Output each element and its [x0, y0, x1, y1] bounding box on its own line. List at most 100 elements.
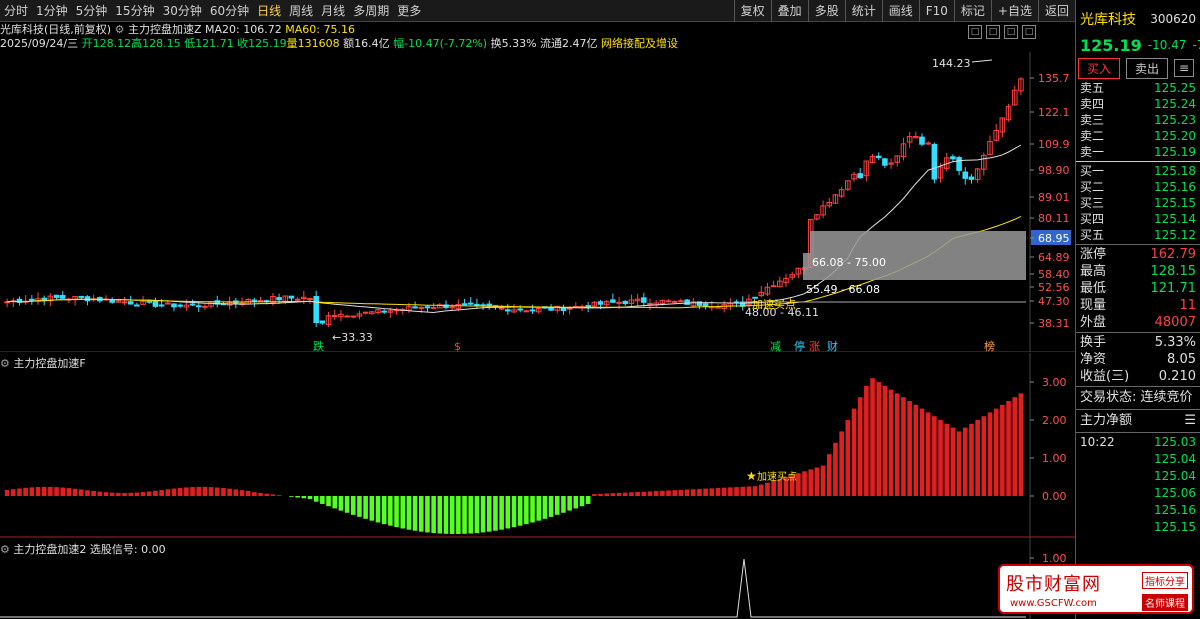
stats-block: 涨停 162.79 最高 128.15 最低 121.71 现量 11 外盘 48007 — [1076, 246, 1200, 331]
histogram-bar — [876, 382, 882, 496]
price-tick-label: 68.95 — [1038, 232, 1070, 245]
event-marker[interactable]: 减 — [770, 340, 781, 352]
candle-body — [84, 296, 91, 302]
indicator-name[interactable]: 主力控盘加速Z — [128, 23, 202, 36]
histogram-bar — [585, 496, 591, 504]
quote-price: 125.19 — [1080, 35, 1142, 55]
toolbar-button-2[interactable]: 多股 — [807, 0, 845, 22]
histogram-bar — [864, 385, 869, 496]
histogram-bar — [622, 492, 628, 496]
histogram-bar — [598, 493, 603, 496]
period-tab-8[interactable]: 月线 — [317, 0, 349, 22]
ask-row[interactable]: 卖四 125.24 — [1076, 96, 1200, 112]
chart-tool-icon-3[interactable]: □ — [1004, 25, 1018, 39]
toolbar-button-1[interactable]: 叠加 — [770, 0, 808, 22]
period-tab-3[interactable]: 15分钟 — [111, 0, 158, 22]
stat-row: 最高 128.15 — [1076, 263, 1200, 280]
price-tick-label: 135.7 — [1038, 72, 1070, 85]
histogram-bar — [295, 496, 300, 498]
histogram-bar — [128, 492, 134, 496]
buy-button[interactable]: 买入 — [1078, 57, 1121, 79]
toolbar-button-6[interactable]: 标记 — [953, 0, 991, 22]
quote-stock-name: 光库科技 — [1080, 12, 1136, 28]
histogram-bar — [264, 493, 270, 496]
ask-row[interactable]: 卖五 125.25 — [1076, 80, 1200, 96]
period-tab-0[interactable]: 分时 — [0, 0, 32, 22]
bar-close: 收125.19 — [237, 37, 287, 50]
settings-icon[interactable]: ⚙ — [115, 23, 125, 36]
histogram-bar — [950, 427, 956, 496]
histogram-bar — [703, 488, 708, 496]
bid-row[interactable]: 买一 125.18 — [1076, 163, 1200, 179]
histogram-bar — [907, 401, 912, 496]
toolbar-button-5[interactable]: F10 — [918, 0, 954, 22]
indicator-histogram[interactable]: 3.00 2.00 1.00 0.00 ★ 加速买点 — [0, 353, 1075, 538]
chart-tool-icon-2[interactable]: □ — [986, 25, 1000, 39]
histogram-bar — [109, 492, 115, 496]
tick-row: 125.15 — [1076, 519, 1200, 536]
histogram-bar — [1000, 404, 1005, 496]
event-marker[interactable]: $ — [454, 340, 461, 352]
histogram-bar — [418, 496, 424, 532]
bid-row[interactable]: 买四 125.14 — [1076, 211, 1200, 227]
netflow-menu-icon[interactable]: ☰ — [1184, 411, 1196, 431]
bid-row[interactable]: 买二 125.16 — [1076, 179, 1200, 195]
event-marker[interactable]: 榜 — [984, 339, 995, 352]
period-tab-2[interactable]: 5分钟 — [72, 0, 112, 22]
netflow-row[interactable]: 主力净额 ☰ — [1076, 411, 1200, 431]
sell-button[interactable]: 卖出 — [1126, 57, 1169, 79]
candle-body — [665, 300, 672, 303]
trade-buttons: 买入 卖出 ≡ — [1076, 56, 1200, 80]
period-tab-4[interactable]: 30分钟 — [159, 0, 206, 22]
period-tab-1[interactable]: 1分钟 — [32, 0, 72, 22]
candle-body — [195, 305, 202, 308]
signal-chart[interactable]: 1.00 — [0, 538, 1075, 619]
stat2-value: 0.210 — [1158, 369, 1196, 384]
histogram-bar — [993, 408, 999, 496]
ask-label: 卖五 — [1080, 81, 1105, 95]
toolbar-button-8[interactable]: 返回 — [1037, 0, 1075, 22]
toolbar-button-3[interactable]: 统计 — [844, 0, 882, 22]
status-divider — [1076, 386, 1200, 387]
event-marker[interactable]: 财 — [827, 339, 838, 352]
bid-label: 买一 — [1080, 164, 1105, 178]
histogram-bar — [802, 471, 807, 496]
histogram-bar — [962, 427, 968, 496]
candle-body — [461, 303, 468, 306]
candle-body — [53, 294, 60, 298]
chart-mini-tools: □ □ □ □ — [968, 25, 1036, 39]
period-tab-7[interactable]: 周线 — [285, 0, 317, 22]
event-marker[interactable]: 跌 — [313, 339, 324, 352]
bar-low: 低121.71 — [184, 37, 234, 50]
stock-title: 光库科技(日线,前复权) — [0, 23, 112, 36]
candle-body — [950, 156, 956, 160]
candle-body — [956, 157, 962, 171]
histogram-bar — [826, 454, 832, 496]
period-tab-9[interactable]: 多周期 — [349, 0, 393, 22]
candlestick-chart[interactable]: 135.7 122.1 109.9 98.90 89.01 80.11 68.95 64.89… — [0, 52, 1075, 352]
toolbar-button-0[interactable]: 复权 — [733, 0, 771, 22]
more-button[interactable]: ≡ — [1174, 59, 1195, 77]
stat2-row: 换手 5.33% — [1076, 334, 1200, 351]
chart-tool-icon-4[interactable]: □ — [1022, 25, 1036, 39]
histogram-bar — [48, 486, 53, 496]
histogram-bar — [635, 491, 640, 496]
ask-row[interactable]: 卖二 125.20 — [1076, 128, 1200, 144]
toolbar-button-4[interactable]: 画线 — [881, 0, 919, 22]
chart-tool-icon-1[interactable]: □ — [968, 25, 982, 39]
price-tick-label: 58.40 — [1038, 268, 1070, 281]
period-tab-5[interactable]: 60分钟 — [206, 0, 253, 22]
bid-row[interactable]: 买五 125.12 — [1076, 227, 1200, 243]
histogram-bar — [740, 486, 746, 496]
ask-row[interactable]: 卖三 125.23 — [1076, 112, 1200, 128]
histogram-bar — [672, 490, 678, 496]
histogram-bar — [381, 496, 387, 525]
period-tab-10[interactable]: 更多 — [393, 0, 425, 22]
bid-row[interactable]: 买三 125.15 — [1076, 195, 1200, 211]
event-marker[interactable]: 涨 — [809, 340, 820, 352]
period-tab-6[interactable]: 日线 — [253, 0, 285, 22]
toolbar-button-7[interactable]: +自选 — [990, 0, 1038, 22]
histogram-bar — [758, 484, 764, 496]
ask-row[interactable]: 卖一 125.19 — [1076, 144, 1200, 160]
event-marker[interactable]: 停 — [794, 339, 805, 352]
